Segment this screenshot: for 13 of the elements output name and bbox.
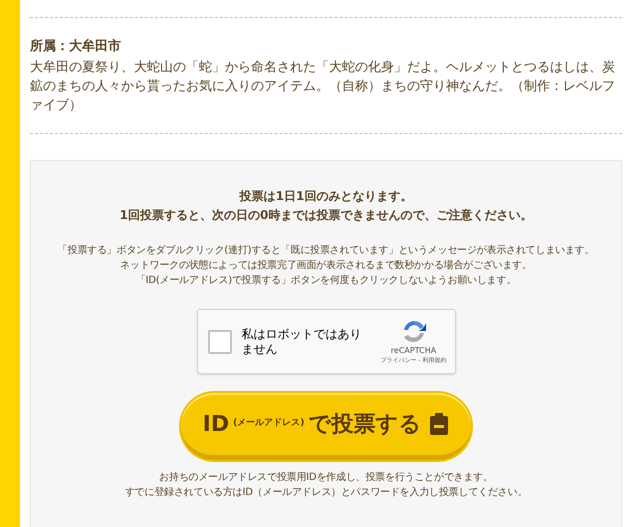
captcha-label: 私はロボットではありません bbox=[242, 326, 362, 356]
caution-text: 「投票する」ボタンをダブルクリック(連打)すると「既に投票されています」というメッセージが表示されてしまいます。 bbox=[58, 244, 594, 258]
notice-text: 投票は1日1回のみとなります。 bbox=[240, 188, 412, 205]
affiliation-label: 所属：大牟田市 bbox=[30, 38, 122, 56]
clipboard-icon bbox=[429, 412, 450, 436]
notice-text: 1回投票すると、次の日の0時までは投票できませんので、ご注意ください。 bbox=[120, 207, 532, 224]
caution-text: 「ID(メールアドレス)で投票する」ボタンを何度もクリックしないようお願いします。 bbox=[136, 274, 516, 288]
recaptcha-brand: reCAPTCHA bbox=[390, 346, 436, 356]
robot-checkbox[interactable] bbox=[208, 330, 232, 354]
info-text: すでに登録されている方はID（メールアドレス）とパスワードを入力し投票してください。 bbox=[124, 486, 528, 500]
info-text: お持ちのメールアドレスで投票用IDを作成し、投票を行うことができます。 bbox=[159, 470, 493, 485]
description-text: 大牟田の夏祭り、大蛇山の「蛇」から命名された「大蛇の化身」だよ。ヘルメットとつるはしは、炭鉱のまちの人々から貰ったお気に入りのアイテム。（自称）まちの守り神なんだ。（制作：レベルファイブ） bbox=[30, 59, 616, 115]
caution-text: ネットワークの状態によっては投票完了画面が表示されるまで数秒かかる場合がございます。 bbox=[120, 258, 532, 273]
